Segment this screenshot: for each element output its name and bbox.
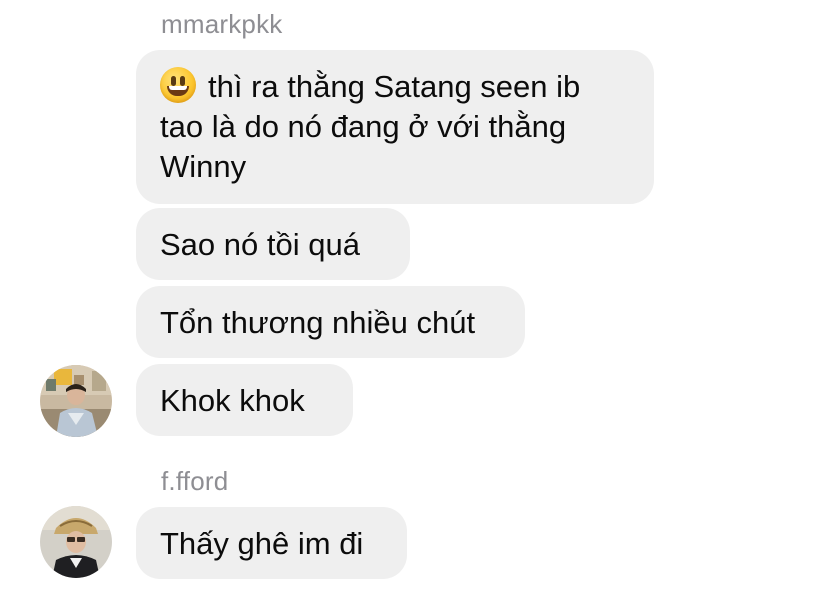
sender-name: mmarkpkk [161,9,283,39]
message-bubble[interactable]: Tổn thương nhiều chút [136,286,525,358]
grinning-face-emoji-icon [160,67,196,103]
avatar-photo [40,506,112,578]
avatar-photo [40,365,112,437]
message-bubble[interactable]: Sao nó tồi quá [136,208,410,280]
message-bubble[interactable]: Thấy ghê im đi [136,507,407,579]
avatar[interactable] [40,365,112,437]
message-bubble[interactable]: Khok khok [136,364,353,436]
message-bubble[interactable]: thì ra thằng Satang seen ib tao là do nó… [136,50,654,204]
message-text: Tổn thương nhiều chút [160,305,476,340]
sender-name: f.fford [161,466,229,496]
message-text: thì ra thằng Satang seen ib tao là do nó… [160,69,581,184]
message-text: Khok khok [160,383,305,418]
avatar[interactable] [40,506,112,578]
message-text: Thấy ghê im đi [160,526,364,561]
message-text: Sao nó tồi quá [160,227,360,262]
